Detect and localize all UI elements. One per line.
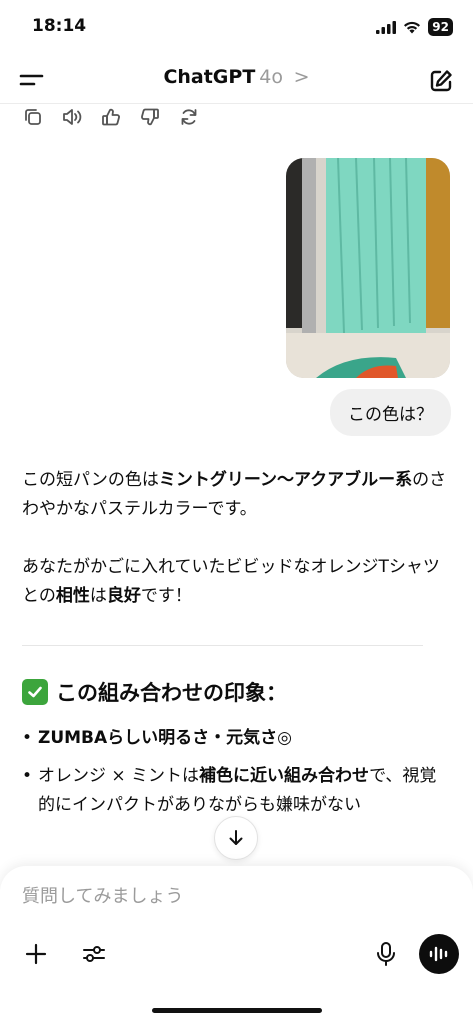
thumbs-down-icon (141, 108, 159, 126)
thumbs-up-button[interactable] (100, 106, 122, 128)
home-indicator (152, 1008, 322, 1013)
thumbs-down-button[interactable] (139, 106, 161, 128)
bold-text: 良好 (106, 586, 141, 606)
message-actions (22, 106, 200, 128)
edit-icon (430, 70, 452, 92)
text-run: この短パンの色は (22, 470, 159, 490)
scroll-to-bottom-button[interactable] (214, 816, 258, 860)
assistant-paragraph-2: あなたがかごに入れていたビビッドなオレンジTシャツとの相性は良好です！ (22, 553, 447, 611)
status-time: 18:14 (32, 16, 87, 36)
prompt-input[interactable] (22, 886, 442, 907)
plus-icon (25, 943, 47, 965)
refresh-icon (181, 109, 197, 125)
app-title: ChatGPT (163, 66, 256, 88)
text-run: は (89, 586, 107, 606)
add-attachment-button[interactable] (20, 938, 52, 970)
chevron-right-icon: > (293, 66, 310, 88)
user-message-bubble: この色は？ (330, 389, 451, 436)
assistant-paragraph-1: この短パンの色はミントグリーン〜アクアブルー系のさわやかなパステルカラーです。 (22, 466, 447, 524)
battery-indicator: 92 (428, 18, 453, 36)
wifi-icon (404, 21, 421, 33)
text-run: ◎ (277, 728, 293, 748)
divider (22, 645, 423, 646)
speaker-icon (63, 109, 82, 125)
user-attached-photo[interactable] (286, 158, 450, 378)
text-run: オレンジ × ミントは (38, 766, 200, 786)
assistant-message: この短パンの色はミントグリーン〜アクアブルー系のさわやかなパステルカラーです。 … (22, 466, 447, 640)
chat-header: ChatGPT 4o > (0, 56, 473, 104)
copy-button[interactable] (22, 106, 44, 128)
text-run: です！ (140, 586, 192, 606)
model-selector[interactable]: ChatGPT 4o > (0, 66, 473, 88)
tools-button[interactable] (78, 938, 110, 970)
mic-icon (377, 942, 395, 966)
bold-text: 補色に近い組み合わせ (199, 766, 370, 786)
status-bar: 18:14 92 (0, 0, 473, 56)
arrow-down-icon (229, 830, 243, 845)
status-icons: 92 (376, 18, 453, 36)
regenerate-button[interactable] (178, 106, 200, 128)
dictate-button[interactable] (370, 938, 402, 970)
composer (0, 866, 473, 1024)
list-item: ZUMBAらしい明るさ・元気さ◎ (22, 724, 442, 753)
section-title-text: この組み合わせの印象： (56, 681, 287, 705)
voice-wave-icon (429, 946, 448, 962)
new-chat-button[interactable] (427, 67, 455, 95)
bold-text: 相性 (55, 586, 90, 606)
copy-icon (25, 109, 41, 125)
read-aloud-button[interactable] (61, 106, 83, 128)
cellular-signal-icon (376, 20, 397, 34)
check-mark-icon (22, 679, 48, 705)
bold-text: ZUMBAらしい明るさ・元気さ (38, 728, 278, 748)
thumbs-up-icon (102, 108, 120, 126)
list-item: オレンジ × ミントは補色に近い組み合わせで、視覚的にインパクトがありながらも嫌… (22, 762, 442, 820)
sliders-icon (83, 946, 105, 962)
section-heading: この組み合わせの印象： (22, 677, 287, 707)
voice-mode-button[interactable] (419, 934, 459, 974)
shorts-photo-image (286, 158, 450, 378)
impression-list: ZUMBAらしい明るさ・元気さ◎ オレンジ × ミントは補色に近い組み合わせで、… (22, 724, 442, 829)
bold-text: ミントグリーン〜アクアブルー系 (158, 470, 413, 490)
model-label: 4o (259, 66, 284, 88)
